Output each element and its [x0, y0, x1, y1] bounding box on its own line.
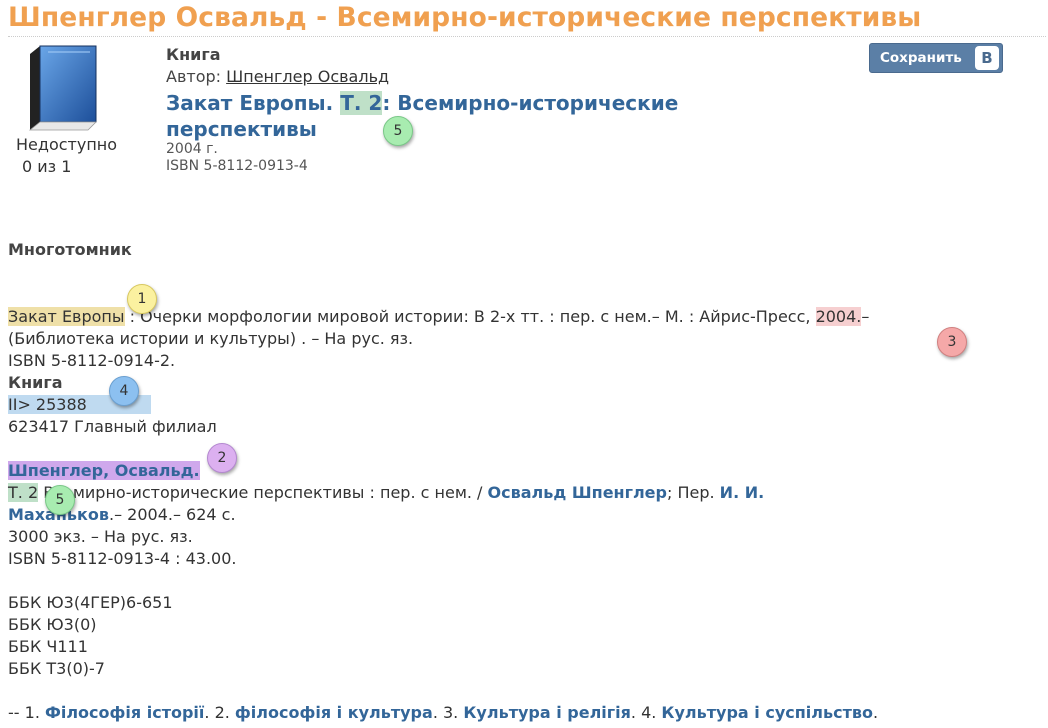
page-title: Шпенглер Освальд - Всемирно-исторические… — [8, 2, 922, 33]
annotation-badge-4: 4 — [109, 376, 139, 406]
series-line-3: ISBN 5-8112-0914-2. — [8, 351, 176, 370]
record-year: 2004 г. — [166, 141, 218, 157]
availability-count: 0 из 1 — [22, 157, 72, 176]
bbk-item: ББК Т3(0)-7 — [8, 659, 105, 678]
holding-type: Книга — [8, 373, 63, 392]
subject-link-1[interactable]: Філософія історії — [45, 703, 204, 722]
subjects-end: . — [873, 703, 879, 722]
entry-translator-sep: ; Пер. — [666, 483, 720, 502]
entry-pub-info: .– 2004.– 624 с. — [108, 505, 236, 524]
record-type: Книга — [166, 45, 221, 64]
subjects-sep: . 4. — [630, 703, 662, 722]
branch-line: 623417 Главный филиал — [8, 417, 217, 436]
availability-status: Недоступно — [16, 135, 118, 154]
entry-line-1: Т. 2 Всемирно-исторические перспективы :… — [8, 483, 764, 502]
entry-line-2: Маханьков.– 2004.– 624 с. — [8, 505, 236, 524]
entry-line-4: ISBN 5-8112-0913-4 : 43.00. — [8, 549, 237, 568]
title-divider — [8, 36, 1046, 37]
author-link[interactable]: Шпенглер Освальд — [226, 67, 389, 86]
subject-link-4[interactable]: Культура і суспільство — [661, 703, 873, 722]
subject-link-3[interactable]: Культура і релігія — [463, 703, 631, 722]
entry-title-text: Всемирно-исторические перспективы : пер.… — [38, 483, 488, 502]
subjects-sep: . 3. — [432, 703, 464, 722]
bbk-item: ББК Ю3(0) — [8, 615, 97, 634]
title-volume-highlight: Т. 2 — [340, 91, 383, 115]
entry-line-3: 3000 экз. – На рус. яз. — [8, 527, 193, 546]
subjects-line: -- 1. Філософія історії. 2. філософія і … — [8, 703, 878, 722]
series-dash: – — [861, 307, 870, 326]
vk-logo-icon: В — [975, 46, 999, 70]
book-icon — [28, 45, 97, 131]
annotation-badge-5-entry: 5 — [45, 485, 75, 515]
entry-author-highlight: Шпенглер, Освальд. — [8, 461, 200, 480]
series-year-highlight: 2004. — [815, 307, 862, 326]
subjects-prefix: -- 1. — [8, 703, 45, 722]
annotation-badge-3: 3 — [937, 327, 967, 357]
annotation-badge-5-title: 5 — [383, 116, 413, 146]
title-part-1: Закат Европы. — [166, 91, 334, 115]
record-isbn: ISBN 5-8112-0913-4 — [166, 158, 308, 174]
bbk-item: ББК Ю3(4ГЕР)6-651 — [8, 593, 173, 612]
annotation-badge-1: 1 — [127, 284, 157, 314]
bbk-item: ББК Ч111 — [8, 637, 88, 656]
series-line-2: (Библиотека истории и культуры) . – На р… — [8, 329, 414, 348]
subject-link-2[interactable]: філософія і культура — [235, 703, 433, 722]
record-author-line: Автор: Шпенглер Освальд — [166, 67, 389, 86]
save-vk-button[interactable]: Сохранить В — [869, 43, 1003, 73]
entry-author-link[interactable]: Освальд Шпенглер — [488, 483, 667, 502]
author-label: Автор: — [166, 67, 222, 86]
series-description: : Очерки морфологии мировой истории: В 2… — [124, 307, 816, 326]
entry-author-heading: Шпенглер, Освальд. — [8, 461, 200, 480]
subjects-sep: . 2. — [204, 703, 235, 722]
series-title-highlight: Закат Европы — [8, 307, 125, 326]
entry-translator-link-initials[interactable]: И. И. — [720, 483, 765, 502]
entry-volume-highlight: Т. 2 — [8, 483, 39, 502]
record-title[interactable]: Закат Европы. Т. 2: Всемирно-исторически… — [166, 90, 766, 142]
annotation-badge-2: 2 — [207, 443, 237, 473]
multivolume-heading: Многотомник — [8, 240, 132, 259]
save-button-label: Сохранить — [880, 50, 962, 66]
